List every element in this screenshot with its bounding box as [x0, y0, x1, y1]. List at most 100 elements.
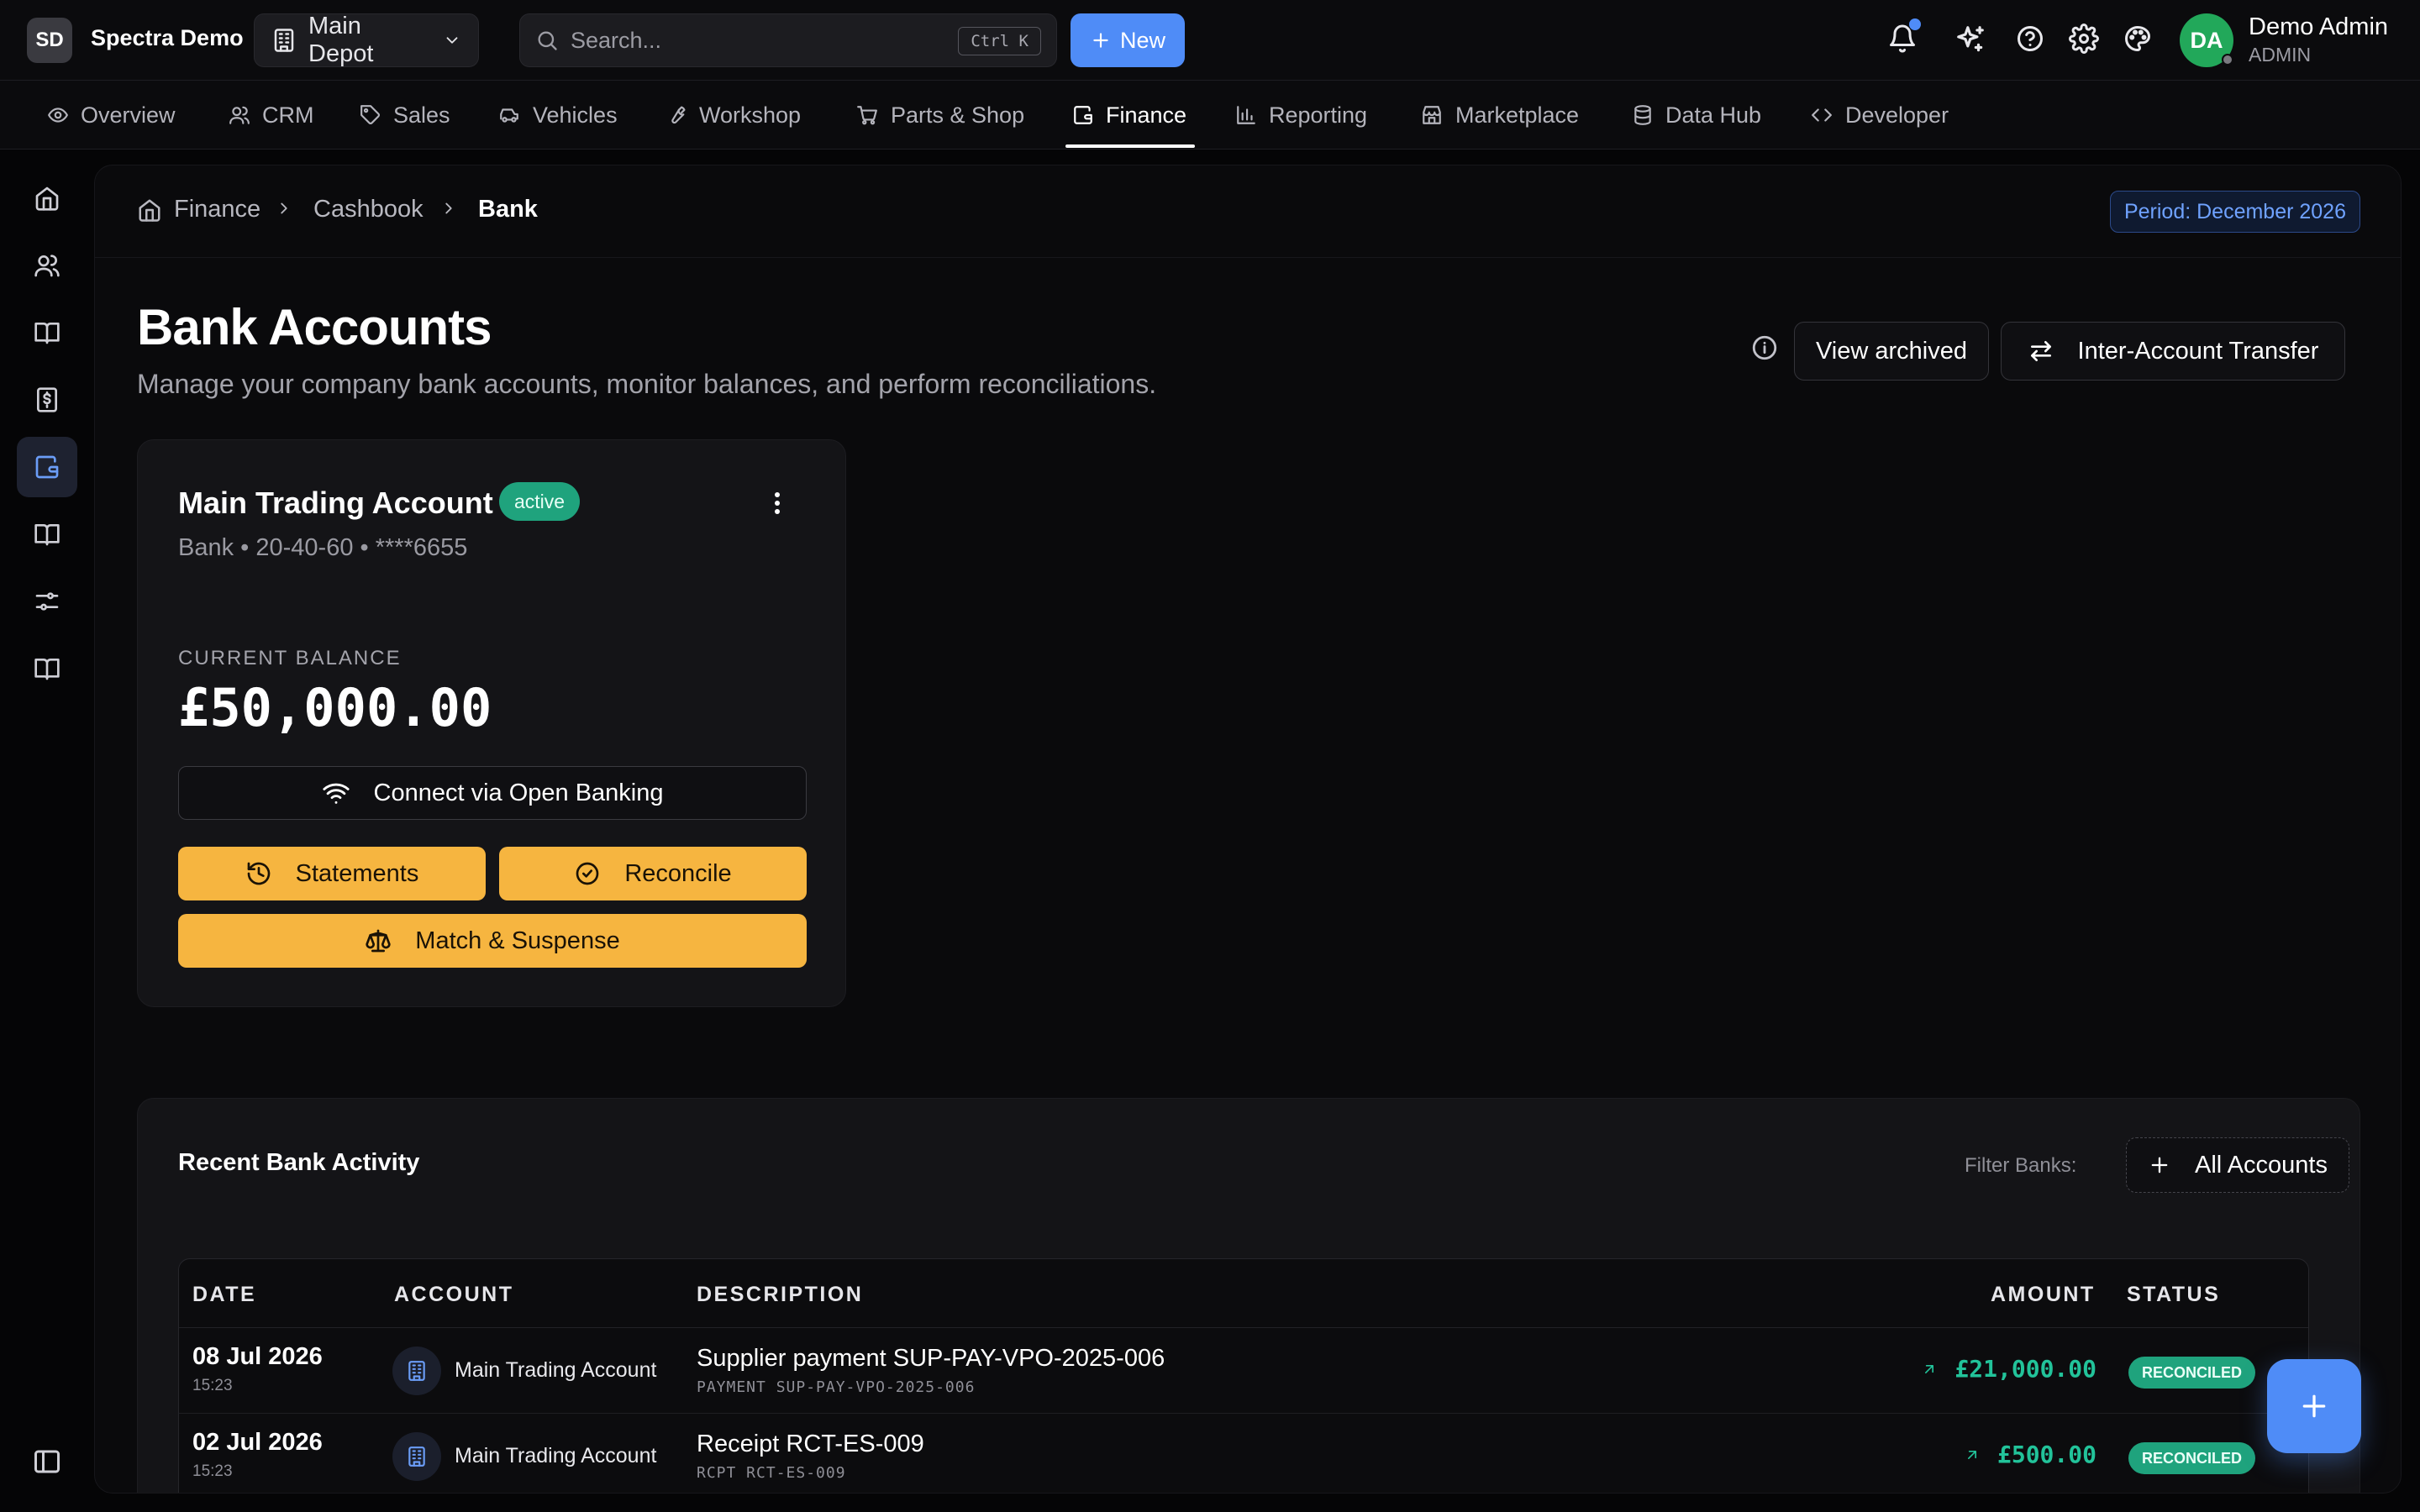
plus-icon: [2148, 1153, 2171, 1177]
search-icon: [535, 29, 559, 52]
database-icon: [1632, 104, 1654, 126]
module-nav: Overview CRM Sales Vehicles Workshop Par…: [0, 81, 2420, 150]
nav-label: Sales: [393, 102, 450, 128]
breadcrumb-cashbook[interactable]: Cashbook: [313, 196, 424, 223]
quick-add-button[interactable]: [2267, 1359, 2361, 1453]
new-button[interactable]: New: [1071, 13, 1185, 67]
wifi-icon: [322, 779, 350, 807]
column-date[interactable]: DATE: [192, 1283, 256, 1307]
rail-settings[interactable]: [17, 571, 77, 632]
book-open-icon: [34, 655, 60, 682]
statements-button[interactable]: Statements: [178, 847, 486, 900]
transfer-label: Inter-Account Transfer: [2077, 337, 2319, 365]
sidebar-toggle-button[interactable]: [32, 1446, 62, 1477]
recent-bank-activity: Recent Bank Activity Filter Banks: All A…: [137, 1098, 2360, 1493]
column-description[interactable]: DESCRIPTION: [697, 1283, 863, 1307]
row-amount: £21,000.00: [1921, 1355, 2096, 1383]
chevron-right-icon: [275, 199, 293, 218]
column-account[interactable]: ACCOUNT: [394, 1283, 514, 1307]
column-amount[interactable]: AMOUNT: [1991, 1283, 2096, 1307]
user-name[interactable]: Demo Admin: [2249, 13, 2388, 41]
row-amount: £500.00: [1964, 1441, 2096, 1468]
help-button[interactable]: [2015, 24, 2049, 57]
statements-label: Statements: [295, 859, 419, 887]
settings-button[interactable]: [2069, 24, 2102, 57]
account-name[interactable]: Main Trading Account: [178, 486, 493, 521]
code-icon: [1810, 104, 1833, 126]
nav-label: Overview: [81, 102, 176, 128]
rail-invoices[interactable]: [17, 370, 77, 430]
theme-button[interactable]: [2123, 24, 2156, 57]
match-label: Match & Suspense: [415, 927, 620, 954]
rail-journals[interactable]: [17, 504, 77, 564]
ai-assistant-button[interactable]: [1954, 24, 1988, 57]
nav-label: Finance: [1106, 102, 1187, 128]
nav-parts-shop[interactable]: Parts & Shop: [855, 81, 1024, 150]
match-suspense-button[interactable]: Match & Suspense: [178, 914, 807, 968]
inter-account-transfer-button[interactable]: Inter-Account Transfer: [2001, 322, 2345, 381]
nav-crm[interactable]: CRM: [229, 81, 314, 150]
table-row[interactable]: 08 Jul 2026 15:23 Main Trading Account S…: [179, 1328, 2308, 1414]
arrows-left-right-icon: [2028, 338, 2054, 365]
workspace-avatar[interactable]: SD: [27, 18, 72, 63]
reconcile-label: Reconcile: [624, 859, 732, 887]
wallet-icon: [1072, 104, 1094, 126]
period-badge[interactable]: Period: December 2026: [2109, 191, 2360, 233]
rail-bank[interactable]: [17, 437, 77, 497]
nav-data-hub[interactable]: Data Hub: [1632, 81, 1761, 150]
more-options-button[interactable]: [773, 491, 781, 516]
connect-open-banking-button[interactable]: Connect via Open Banking: [178, 766, 807, 820]
reconcile-button[interactable]: Reconcile: [499, 847, 807, 900]
row-description: Receipt RCT-ES-009: [697, 1431, 924, 1457]
row-date: 08 Jul 2026: [192, 1343, 323, 1370]
table-row[interactable]: 02 Jul 2026 15:23 Main Trading Account R…: [179, 1414, 2308, 1493]
view-archived-button[interactable]: View archived: [1794, 322, 1989, 381]
nav-vehicles[interactable]: Vehicles: [497, 81, 618, 150]
nav-workshop[interactable]: Workshop: [666, 81, 801, 150]
breadcrumb-finance[interactable]: Finance: [137, 196, 260, 223]
dollar-receipt-icon: [34, 386, 60, 413]
row-description: Supplier payment SUP-PAY-VPO-2025-006: [697, 1345, 1165, 1372]
nav-reporting[interactable]: Reporting: [1235, 81, 1367, 150]
car-icon: [497, 104, 521, 126]
chevron-right-icon: [439, 199, 458, 218]
nav-label: CRM: [262, 102, 314, 128]
global-search[interactable]: Search... Ctrl K: [519, 13, 1057, 67]
bank-building-icon: [392, 1347, 441, 1395]
info-icon[interactable]: [1750, 333, 1779, 362]
tag-icon: [360, 104, 381, 126]
filter-label: Filter Banks:: [1965, 1154, 2077, 1177]
nav-label: Vehicles: [533, 102, 618, 128]
bank-building-icon: [392, 1432, 441, 1481]
cart-icon: [855, 104, 879, 126]
breadcrumb: Finance Cashbook Bank Period: December 2…: [95, 165, 2401, 258]
column-status[interactable]: STATUS: [2127, 1283, 2220, 1307]
nav-label: Developer: [1845, 102, 1949, 128]
nav-marketplace[interactable]: Marketplace: [1420, 81, 1579, 150]
nav-sales[interactable]: Sales: [360, 81, 450, 150]
location-selector[interactable]: Main Depot: [254, 13, 479, 67]
rail-ledger[interactable]: [17, 302, 77, 363]
rail-docs[interactable]: [17, 638, 77, 699]
rail-contacts[interactable]: [17, 235, 77, 296]
connect-label: Connect via Open Banking: [373, 779, 664, 806]
nav-label: Reporting: [1269, 102, 1368, 128]
page-subtitle: Manage your company bank accounts, monit…: [137, 369, 1157, 399]
row-account: Main Trading Account: [455, 1444, 657, 1467]
nav-developer[interactable]: Developer: [1810, 81, 1949, 150]
nav-label: Parts & Shop: [891, 102, 1025, 128]
sliders-icon: [34, 588, 60, 615]
nav-finance[interactable]: Finance: [1072, 81, 1186, 150]
balance-value: £50,000.00: [178, 677, 492, 738]
nav-overview[interactable]: Overview: [47, 81, 176, 150]
book-open-icon: [34, 521, 60, 548]
status-badge: RECONCILED: [2128, 1442, 2256, 1474]
eye-icon: [47, 104, 69, 126]
rail-home[interactable]: [17, 168, 77, 228]
filter-accounts-button[interactable]: All Accounts: [2126, 1137, 2349, 1193]
plus-icon: [1090, 29, 1112, 51]
workspace-name[interactable]: Spectra Demo: [91, 25, 244, 51]
breadcrumb-current: Bank: [478, 196, 538, 223]
notifications-button[interactable]: [1887, 18, 1921, 57]
users-icon: [34, 252, 60, 279]
